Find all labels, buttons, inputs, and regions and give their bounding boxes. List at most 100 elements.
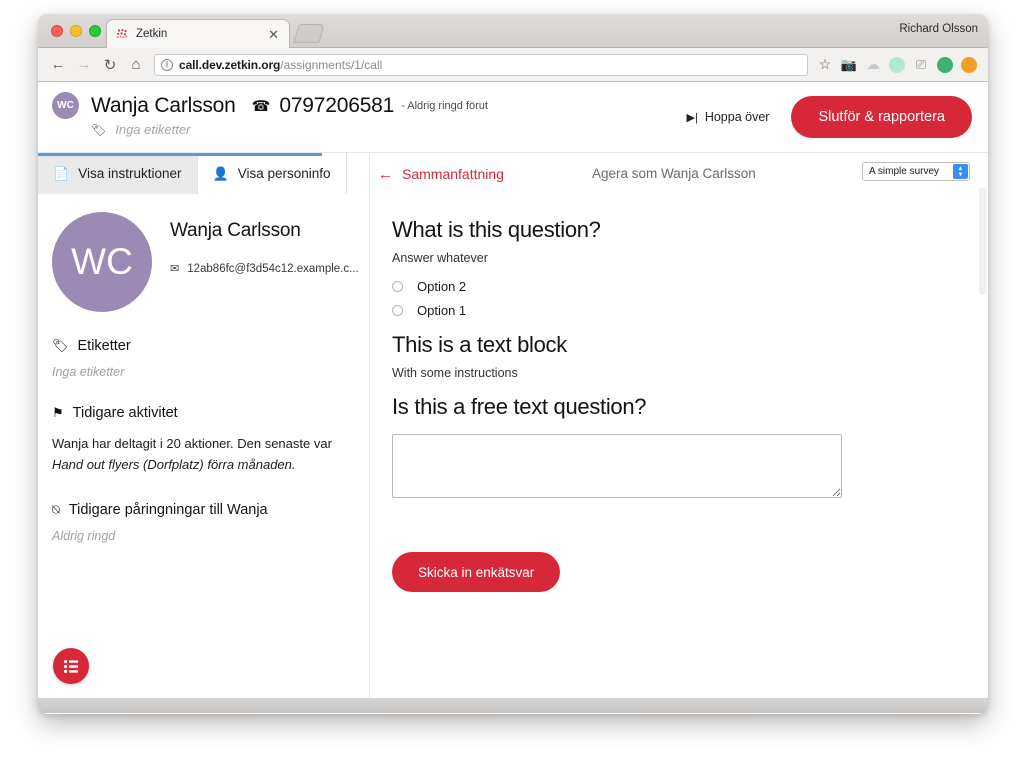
calls-empty-text: Aldrig ringd	[52, 528, 116, 543]
close-icon[interactable]: ✕	[266, 28, 281, 41]
zetkin-favicon	[115, 27, 129, 41]
url-host: call.dev.zetkin.org	[179, 57, 281, 72]
activity-section-text: Wanja har deltagit i 20 aktioner. Den se…	[52, 433, 351, 476]
radio-icon[interactable]	[392, 281, 403, 292]
app-header: WC Wanja Carlsson ☎ 0797206581 - Aldrig …	[38, 82, 988, 153]
list-menu-icon[interactable]	[53, 648, 89, 684]
tab-visa-instruktioner[interactable]: 📄 Visa instruktioner	[38, 153, 198, 194]
browser-tab-title: Zetkin	[136, 28, 168, 40]
tags-empty-text: Inga etiketter	[52, 365, 125, 379]
orange-extension-icon[interactable]	[958, 54, 980, 76]
tags-section-title: Etiketter	[77, 338, 131, 354]
survey-select-value: A simple survey	[869, 166, 940, 177]
question-title: What is this question?	[392, 217, 601, 242]
window-close-button[interactable]	[51, 25, 63, 37]
active-tab-indicator	[38, 153, 322, 156]
survey-block-freetext: Is this a free text question?	[392, 394, 988, 503]
right-panel: ← Sammanfattning Agera som Wanja Carlsso…	[370, 153, 988, 698]
survey-block-text: This is a text block With some instructi…	[392, 332, 988, 380]
call-status-text: - Aldrig ringd förut	[401, 99, 488, 112]
window-status-bar	[38, 698, 988, 713]
bookmark-star-icon[interactable]: ☆	[814, 56, 836, 73]
tab-visa-personinfo[interactable]: 👤 Visa personinfo	[197, 153, 347, 194]
text-block-title: This is a text block	[392, 332, 567, 357]
freetext-question-title: Is this a free text question?	[392, 394, 647, 419]
calls-section-heading: ⍉ Tidigare påringningar till Wanja	[52, 502, 351, 518]
finish-and-report-button[interactable]: Slutför & rapportera	[791, 96, 972, 138]
freetext-input[interactable]	[392, 434, 842, 498]
reload-icon[interactable]: ↻	[98, 53, 122, 77]
window-minimize-button[interactable]	[70, 25, 82, 37]
submit-survey-button[interactable]: Skicka in enkätsvar	[392, 552, 561, 592]
right-panel-header: ← Sammanfattning Agera som Wanja Carlsso…	[370, 153, 988, 195]
profile-email-value: 12ab86fc@f3d54c12.example.c...	[187, 262, 359, 275]
summary-back-link[interactable]: ← Sammanfattning	[378, 166, 504, 183]
cast-extension-icon[interactable]: ⎚	[910, 54, 932, 76]
page-info-icon[interactable]: i	[161, 58, 173, 71]
phone-number: 0797206581	[279, 93, 395, 117]
acting-as-label: Agera som Wanja Carlsson	[592, 166, 756, 181]
option-row[interactable]: Option 1	[392, 303, 988, 318]
option-row[interactable]: Option 2	[392, 279, 988, 294]
survey-body: What is this question? Answer whatever O…	[370, 195, 988, 592]
forward-arrow-icon[interactable]: →	[72, 53, 96, 77]
flag-icon: ⚑	[52, 405, 64, 420]
mint-extension-icon[interactable]	[886, 54, 908, 76]
new-tab-icon[interactable]	[293, 24, 325, 43]
activity-text-italic: Hand out flyers (Dorfplatz) förra månade…	[52, 457, 296, 473]
address-bar[interactable]: i call.dev.zetkin.org/assignments/1/call	[154, 53, 808, 76]
profile-name: Wanja Carlsson	[170, 220, 301, 241]
skip-next-icon: ▶|	[686, 111, 698, 124]
scrollbar[interactable]	[979, 187, 986, 295]
left-panel: 📄 Visa instruktioner 👤 Visa personinfo W…	[38, 153, 370, 698]
browser-profile-name[interactable]: Richard Olsson	[899, 23, 978, 35]
activity-text-prefix: Wanja har deltagit i 20 aktioner. Den se…	[52, 436, 332, 451]
cloud-extension-icon[interactable]: ☁	[862, 54, 884, 76]
left-panel-tabs: 📄 Visa instruktioner 👤 Visa personinfo	[38, 153, 369, 194]
profile-email[interactable]: ✉ 12ab86fc@f3d54c12.example.c...	[170, 262, 359, 276]
browser-toolbar: ← → ↻ ⌂ i call.dev.zetkin.org/assignment…	[38, 48, 988, 82]
survey-block-question: What is this question? Answer whatever O…	[392, 217, 988, 318]
header-actions: ▶| Hoppa över Slutför & rapportera	[687, 96, 972, 138]
profile-block: WC Wanja Carlsson ✉ 12ab86fc@f3d54c12.ex…	[52, 212, 359, 312]
calls-section-title: Tidigare påringningar till Wanja	[68, 501, 268, 518]
document-icon: 📄	[53, 165, 70, 181]
home-icon[interactable]: ⌂	[124, 53, 148, 77]
mail-icon: ✉	[170, 263, 180, 275]
question-description: Answer whatever	[392, 251, 488, 265]
clock-icon: ⍉	[52, 501, 60, 517]
no-tags-label: Inga etiketter	[115, 122, 191, 137]
tag-icon: 🏷	[52, 338, 69, 353]
survey-select[interactable]: A simple survey ▲ ▼	[862, 162, 970, 181]
left-arrow-icon: ←	[378, 165, 393, 183]
avatar: WC	[52, 212, 152, 312]
browser-tab-zetkin[interactable]: Zetkin ✕	[106, 19, 290, 48]
tab-visa-personinfo-label: Visa personinfo	[237, 166, 331, 181]
activity-section-title: Tidigare aktivitet	[72, 405, 178, 421]
window-maximize-button[interactable]	[89, 25, 101, 37]
stepper-updown-icon[interactable]: ▲ ▼	[953, 164, 968, 179]
activity-section-heading: ⚑ Tidigare aktivitet	[52, 405, 351, 421]
browser-window: Zetkin ✕ Richard Olsson ← → ↻ ⌂ i call.d…	[38, 14, 988, 714]
skip-button[interactable]: ▶| Hoppa över	[687, 110, 770, 124]
text-block-description: With some instructions	[392, 366, 518, 380]
url-path: /assignments/1/call	[280, 57, 383, 72]
radio-icon[interactable]	[392, 305, 403, 316]
person-icon: 👤	[212, 165, 229, 181]
option-list: Option 2 Option 1	[392, 279, 988, 318]
summary-back-link-label: Sammanfattning	[402, 166, 504, 182]
browser-tab-strip: Zetkin ✕ Richard Olsson	[38, 14, 988, 48]
screenshot-extension-icon[interactable]: 📷	[838, 54, 860, 76]
green-extension-icon[interactable]	[934, 54, 956, 76]
app-viewport: WC Wanja Carlsson ☎ 0797206581 - Aldrig …	[38, 82, 988, 698]
avatar: WC	[52, 92, 79, 119]
option-label: Option 2	[417, 279, 467, 294]
back-arrow-icon[interactable]: ←	[46, 53, 70, 77]
tag-icon: 🏷	[91, 122, 107, 137]
profile-info: Wanja Carlsson ✉ 12ab86fc@f3d54c12.examp…	[170, 212, 359, 275]
tab-visa-instruktioner-label: Visa instruktioner	[78, 166, 182, 181]
main-columns: 📄 Visa instruktioner 👤 Visa personinfo W…	[38, 153, 988, 698]
left-panel-body: WC Wanja Carlsson ✉ 12ab86fc@f3d54c12.ex…	[38, 194, 369, 543]
tags-section-heading: 🏷 Etiketter	[52, 338, 351, 354]
phone-icon: ☎	[251, 97, 271, 115]
